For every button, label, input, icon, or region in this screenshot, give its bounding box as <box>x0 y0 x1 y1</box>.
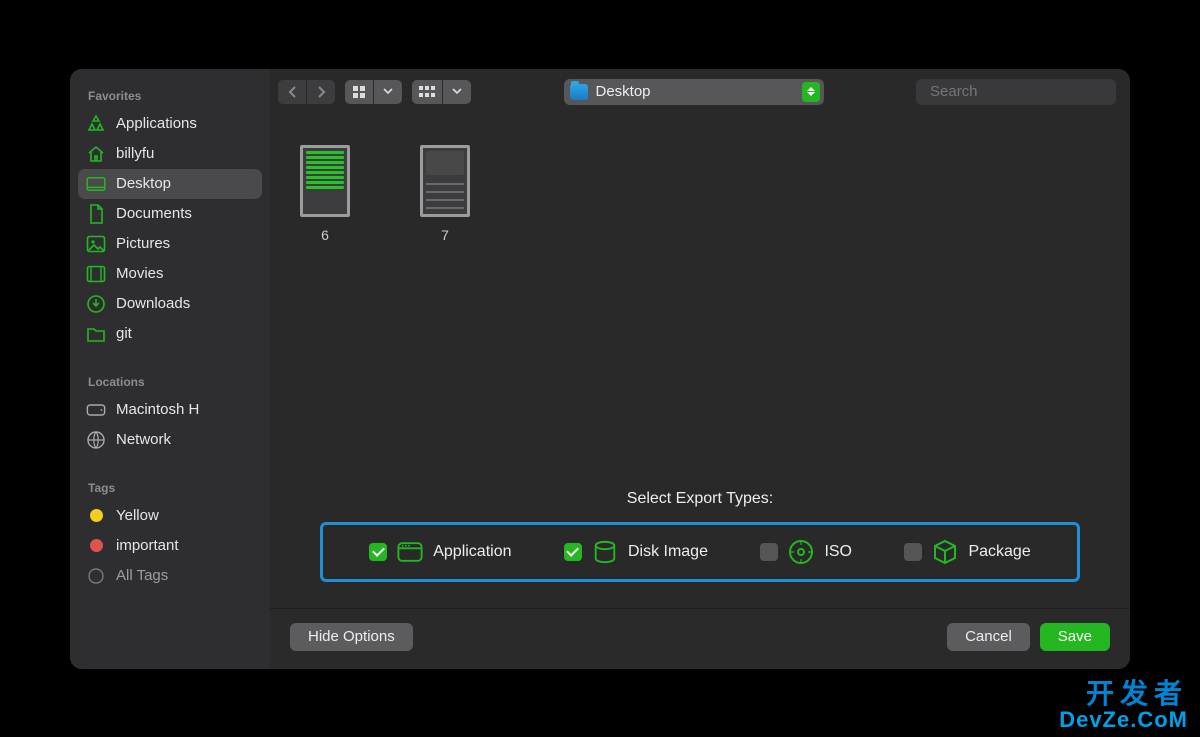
file-item[interactable]: 6 <box>300 145 350 243</box>
nav-buttons <box>278 80 335 104</box>
sidebar-item-applications[interactable]: Applications <box>70 109 270 139</box>
sidebar-tag-yellow[interactable]: Yellow <box>70 501 270 531</box>
app-window-icon <box>397 541 423 563</box>
sidebar-item-label: Pictures <box>116 235 170 252</box>
watermark: 开发者 DevZe.CoM <box>1059 679 1188 731</box>
sidebar-item-documents[interactable]: Documents <box>70 199 270 229</box>
export-option-package[interactable]: Package <box>904 541 1030 563</box>
sidebar-item-label: Network <box>116 431 171 448</box>
file-thumbnail <box>420 145 470 217</box>
sidebar-item-label: Macintosh H <box>116 401 199 418</box>
location-popup[interactable]: Desktop <box>564 79 824 105</box>
checkbox[interactable] <box>760 543 778 561</box>
pictures-icon <box>86 234 106 254</box>
desktop-icon <box>86 174 106 194</box>
export-label: Package <box>968 543 1030 561</box>
save-button[interactable]: Save <box>1040 623 1110 651</box>
watermark-line2: DevZe.CoM <box>1059 708 1188 731</box>
package-icon <box>932 541 958 563</box>
file-name: 7 <box>441 227 449 243</box>
export-label: Disk Image <box>628 543 708 561</box>
file-name: 6 <box>321 227 329 243</box>
export-option-iso[interactable]: ISO <box>760 541 852 563</box>
sidebar-item-label: git <box>116 325 132 342</box>
sidebar-item-label: Yellow <box>116 507 159 524</box>
file-item[interactable]: 7 <box>420 145 470 243</box>
home-icon <box>86 144 106 164</box>
export-option-application[interactable]: Application <box>369 541 511 563</box>
stepper-icon <box>802 82 820 102</box>
sidebar-item-label: important <box>116 537 179 554</box>
sidebar-item-home[interactable]: billyfu <box>70 139 270 169</box>
search-input[interactable] <box>930 83 1129 100</box>
export-option-disk-image[interactable]: Disk Image <box>564 541 708 563</box>
sidebar: Favorites Applications billyfu Desktop D… <box>70 69 270 669</box>
toolbar: Desktop <box>270 69 1130 115</box>
export-types-box: Application Disk Image ISO <box>320 522 1080 582</box>
file-browser: 6 7 <box>270 115 1130 490</box>
sidebar-item-movies[interactable]: Movies <box>70 259 270 289</box>
hide-options-button[interactable]: Hide Options <box>290 623 413 651</box>
sidebar-item-label: Movies <box>116 265 164 282</box>
checkbox[interactable] <box>369 543 387 561</box>
export-types-title: Select Export Types: <box>290 490 1110 508</box>
applications-icon <box>86 114 106 134</box>
export-label: Application <box>433 543 511 561</box>
network-icon <box>86 430 106 450</box>
save-dialog: Favorites Applications billyfu Desktop D… <box>70 69 1130 669</box>
sidebar-item-label: Desktop <box>116 175 171 192</box>
tag-dot-yellow <box>86 506 106 526</box>
tag-dot-red <box>86 536 106 556</box>
sidebar-all-tags[interactable]: All Tags <box>70 561 270 591</box>
tags-header: Tags <box>70 473 270 501</box>
sidebar-item-label: billyfu <box>116 145 154 162</box>
document-icon <box>86 204 106 224</box>
folder-icon <box>570 84 588 100</box>
dialog-footer: Hide Options Cancel Save <box>270 608 1130 669</box>
sidebar-tag-important[interactable]: important <box>70 531 270 561</box>
disk-image-icon <box>592 541 618 563</box>
folder-icon <box>86 324 106 344</box>
chevron-down-icon <box>374 80 402 104</box>
sidebar-item-label: Documents <box>116 205 192 222</box>
movies-icon <box>86 264 106 284</box>
sidebar-item-macintosh-hd[interactable]: Macintosh H <box>70 395 270 425</box>
sidebar-item-pictures[interactable]: Pictures <box>70 229 270 259</box>
export-label: ISO <box>824 543 852 561</box>
sidebar-item-network[interactable]: Network <box>70 425 270 455</box>
view-dropdown-1[interactable] <box>345 80 402 104</box>
locations-header: Locations <box>70 367 270 395</box>
sidebar-item-label: All Tags <box>116 567 168 584</box>
watermark-line1: 开发者 <box>1059 679 1188 708</box>
cancel-button[interactable]: Cancel <box>947 623 1030 651</box>
sidebar-item-label: Applications <box>116 115 197 132</box>
main-area: Desktop 6 7 Select Export Ty <box>270 69 1130 669</box>
checkbox[interactable] <box>904 543 922 561</box>
file-thumbnail <box>300 145 350 217</box>
forward-button[interactable] <box>307 80 335 104</box>
hdd-icon <box>86 400 106 420</box>
checkbox[interactable] <box>564 543 582 561</box>
sidebar-item-desktop[interactable]: Desktop <box>78 169 262 199</box>
location-label: Desktop <box>596 83 651 100</box>
all-tags-icon <box>86 566 106 586</box>
back-button[interactable] <box>278 80 306 104</box>
favorites-header: Favorites <box>70 81 270 109</box>
iso-icon <box>788 541 814 563</box>
sidebar-item-git[interactable]: git <box>70 319 270 349</box>
sidebar-item-downloads[interactable]: Downloads <box>70 289 270 319</box>
search-field[interactable] <box>916 79 1116 105</box>
sidebar-item-label: Downloads <box>116 295 190 312</box>
chevron-down-icon <box>443 80 471 104</box>
download-icon <box>86 294 106 314</box>
group-dropdown[interactable] <box>412 80 471 104</box>
